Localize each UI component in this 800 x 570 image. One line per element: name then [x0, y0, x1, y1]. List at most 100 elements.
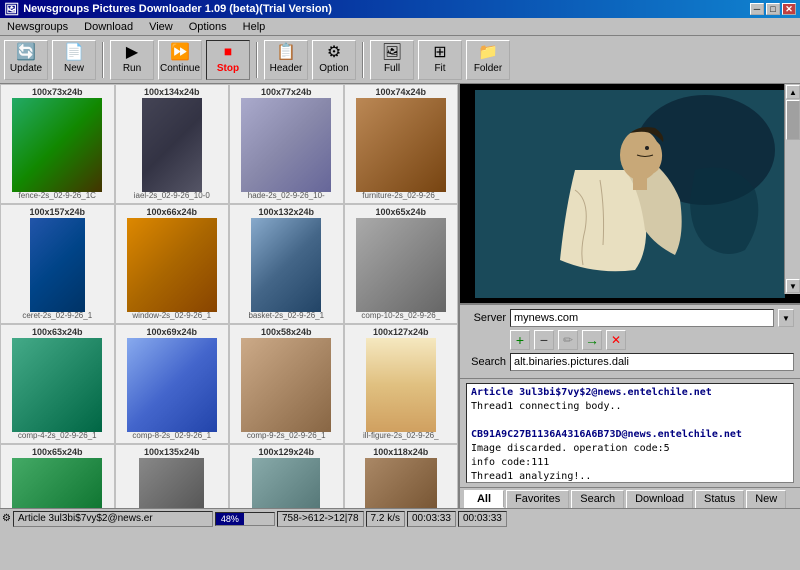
list-item[interactable]: 100x135x24b id_man-2s_02-9-26_1	[115, 444, 230, 508]
full-label: Full	[384, 63, 400, 74]
add-server-button[interactable]: +	[510, 330, 530, 350]
list-item[interactable]: 100x127x24b ill-figure-2s_02-9-26_	[344, 324, 459, 444]
continue-button[interactable]: ⏩ Continue	[158, 40, 202, 80]
tab-all[interactable]: All	[464, 490, 504, 508]
folder-icon: 📁	[478, 45, 498, 61]
thumbnail-grid: 100x73x24b fence-2s_02-9-26_1C 100x134x2…	[0, 84, 458, 508]
status-time2: 00:03:33	[458, 511, 507, 527]
preview-area	[460, 84, 800, 305]
tab-download[interactable]: Download	[626, 490, 693, 508]
search-row: Search	[466, 353, 794, 371]
right-panel: ▲ ▼ Server ▼ + − ✏ → ✕ Search	[460, 84, 800, 508]
thumbnail-panel: 100x73x24b fence-2s_02-9-26_1C 100x134x2…	[0, 84, 460, 508]
status-message: Article 3ul3bi$7vy$2@news.er	[13, 511, 213, 527]
status-speed: 7.2 k/s	[366, 511, 405, 527]
log-line: CB91A9C27B1136A4316A6B73D@news.entelchil…	[471, 428, 789, 442]
option-icon: ⚙	[327, 45, 341, 61]
list-item[interactable]: 100x132x24b basket-2s_02-9-26_1	[229, 204, 344, 324]
remove-server-button[interactable]: −	[534, 330, 554, 350]
folder-button[interactable]: 📁 Folder	[466, 40, 510, 80]
minimize-button[interactable]: ─	[750, 3, 764, 15]
title-bar-left: 🖼 Newsgroups Pictures Downloader 1.09 (b…	[4, 2, 332, 16]
folder-label: Folder	[474, 63, 502, 74]
header-label: Header	[270, 63, 303, 74]
menu-help[interactable]: Help	[240, 20, 269, 34]
log-line: Thread1 analyzing!..	[471, 470, 789, 483]
app-title: Newsgroups Pictures Downloader 1.09 (bet…	[23, 3, 332, 15]
log-area: Article 3ul3bi$7vy$2@news.entelchile.net…	[466, 383, 794, 483]
log-line	[471, 414, 789, 428]
disconnect-button[interactable]: ✕	[606, 330, 626, 350]
server-label: Server	[466, 312, 506, 324]
progress-bar: 48%	[215, 512, 275, 526]
server-row: Server ▼	[466, 309, 794, 327]
list-item[interactable]: 100x65x24b green-2s_02-9-26_10	[0, 444, 115, 508]
list-item[interactable]: 100x73x24b fence-2s_02-9-26_1C	[0, 84, 115, 204]
log-line: Thread1 connecting body..	[471, 400, 789, 414]
toolbar-sep1	[102, 42, 104, 78]
full-icon: 🖼	[382, 45, 402, 61]
search-input[interactable]	[510, 353, 794, 371]
header-button[interactable]: 📋 Header	[264, 40, 308, 80]
log-line: Image discarded. operation code:5	[471, 442, 789, 456]
server-dropdown[interactable]: ▼	[778, 309, 794, 327]
list-item[interactable]: 100x63x24b comp-4-2s_02-9-26_1	[0, 324, 115, 444]
search-label: Search	[466, 356, 506, 368]
update-label: Update	[10, 63, 42, 74]
connect-button[interactable]: →	[582, 330, 602, 350]
list-item[interactable]: 100x118x24b divisibility-2s_02-9-26_	[344, 444, 459, 508]
app-icon: 🖼	[4, 2, 19, 16]
update-button[interactable]: 🔄 Update	[4, 40, 48, 80]
full-button[interactable]: 🖼 Full	[370, 40, 414, 80]
maximize-button[interactable]: □	[766, 3, 780, 15]
preview-scrollbar[interactable]: ▲ ▼	[784, 84, 800, 294]
tab-new[interactable]: New	[746, 490, 786, 508]
fit-label: Fit	[434, 63, 445, 74]
stop-label: Stop	[217, 63, 239, 74]
menu-newsgroups[interactable]: Newsgroups	[4, 20, 71, 34]
tab-favorites[interactable]: Favorites	[506, 490, 569, 508]
stop-icon: ⏹	[224, 45, 232, 61]
status-bar: ⚙ Article 3ul3bi$7vy$2@news.er 48% 758->…	[0, 508, 800, 528]
header-icon: 📋	[276, 45, 296, 61]
list-item[interactable]: 100x129x24b nt_lady-2s_02-9-26_	[229, 444, 344, 508]
toolbar-sep3	[362, 42, 364, 78]
title-bar: 🖼 Newsgroups Pictures Downloader 1.09 (b…	[0, 0, 800, 18]
server-input[interactable]	[510, 309, 774, 327]
log-line: info code:111	[471, 456, 789, 470]
list-item[interactable]: 100x157x24b ceret-2s_02-9-26_1	[0, 204, 115, 324]
run-label: Run	[123, 63, 141, 74]
list-item[interactable]: 100x69x24b comp-8-2s_02-9-26_1	[115, 324, 230, 444]
search-icons-row: + − ✏ → ✕	[466, 330, 794, 350]
run-icon: ▶	[126, 45, 138, 61]
list-item[interactable]: 100x77x24b hade-2s_02-9-26_10-	[229, 84, 344, 204]
stop-button[interactable]: ⏹ Stop	[206, 40, 250, 80]
new-button[interactable]: 📄 New	[52, 40, 96, 80]
status-counts: 758->612->12|78	[277, 511, 364, 527]
status-time1: 00:03:33	[407, 511, 456, 527]
main-area: 100x73x24b fence-2s_02-9-26_1C 100x134x2…	[0, 84, 800, 508]
tab-search[interactable]: Search	[571, 490, 624, 508]
list-item[interactable]: 100x65x24b comp-10-2s_02-9-26_	[344, 204, 459, 324]
server-section: Server ▼ + − ✏ → ✕ Search	[460, 305, 800, 379]
list-item[interactable]: 100x58x24b comp-9-2s_02-9-26_1	[229, 324, 344, 444]
run-button[interactable]: ▶ Run	[110, 40, 154, 80]
menu-view[interactable]: View	[146, 20, 176, 34]
option-button[interactable]: ⚙ Option	[312, 40, 356, 80]
continue-icon: ⏩	[170, 45, 190, 61]
log-line: Article 3ul3bi$7vy$2@news.entelchile.net	[471, 386, 789, 400]
fit-button[interactable]: ⊞ Fit	[418, 40, 462, 80]
new-icon: 📄	[64, 45, 84, 61]
edit-server-button[interactable]: ✏	[558, 330, 578, 350]
close-button[interactable]: ✕	[782, 3, 796, 15]
status-icon: ⚙	[2, 513, 11, 524]
list-item[interactable]: 100x74x24b furniture-2s_02-9-26_	[344, 84, 459, 204]
fit-icon: ⊞	[433, 45, 446, 61]
tab-status[interactable]: Status	[695, 490, 744, 508]
progress-fill: 48%	[216, 513, 244, 525]
menu-options[interactable]: Options	[186, 20, 230, 34]
menu-download[interactable]: Download	[81, 20, 136, 34]
list-item[interactable]: 100x134x24b iael-2s_02-9-26_10-0	[115, 84, 230, 204]
list-item[interactable]: 100x66x24b window-2s_02-9-26_1	[115, 204, 230, 324]
toolbar: 🔄 Update 📄 New ▶ Run ⏩ Continue ⏹ Stop 📋…	[0, 36, 800, 84]
